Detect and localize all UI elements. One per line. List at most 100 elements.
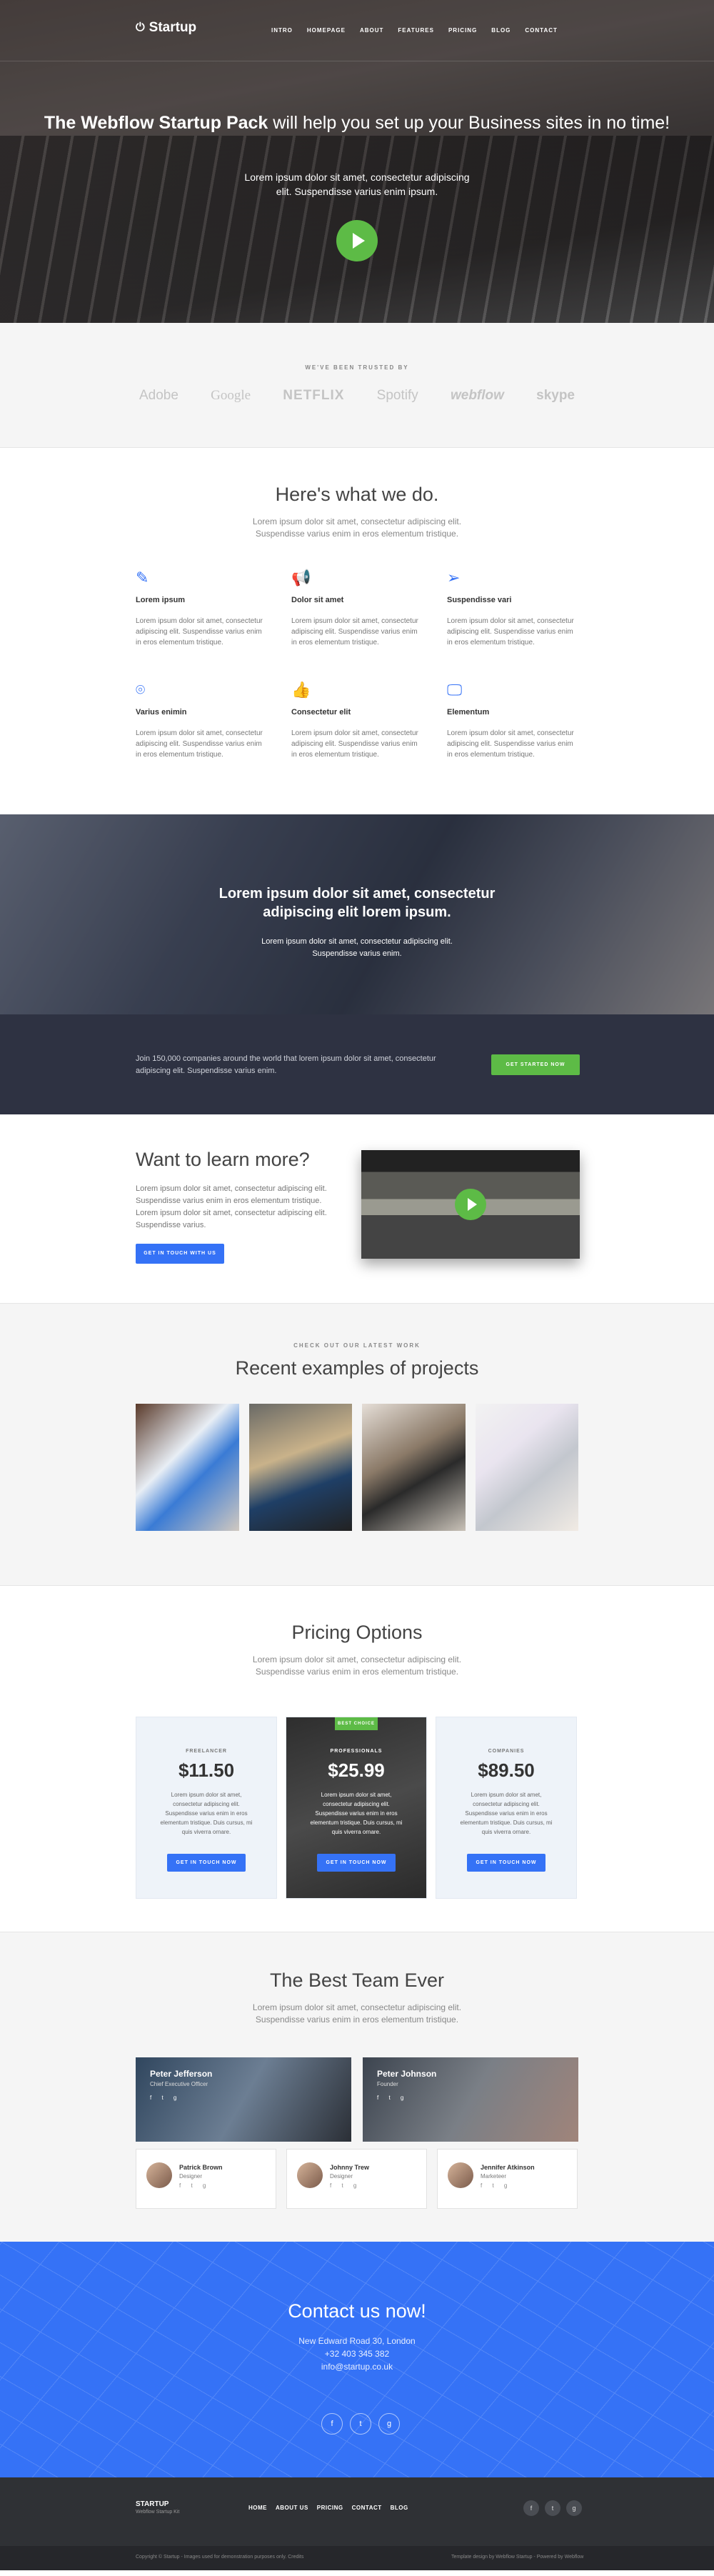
nav-item-pricing[interactable]: PRICING xyxy=(448,27,477,34)
skype-logo: skype xyxy=(536,388,575,403)
hero-subtitle: Lorem ipsum dolor sit amet, consectetur … xyxy=(244,171,470,197)
team-member-card: Jennifer Atkinson Marketeer f t g xyxy=(437,2149,578,2209)
pricing-card-freelancer: FREELANCER $11.50 Lorem ipsum dolor sit … xyxy=(136,1717,277,1899)
brand-logo[interactable]: ⏻ Startup xyxy=(136,20,196,36)
footer-link-home[interactable]: HOME xyxy=(248,2505,267,2511)
pricing-cards: FREELANCER $11.50 Lorem ipsum dolor sit … xyxy=(136,1717,578,1899)
price: $89.50 xyxy=(478,1759,535,1781)
contact-details: New Edward Road 30, London +32 403 345 3… xyxy=(0,2335,714,2373)
parallax-subtitle: Lorem ipsum dolor sit amet, consectetur … xyxy=(261,937,453,958)
play-video-button[interactable] xyxy=(455,1189,486,1220)
hero-section: ⏻ Startup INTRO HOMEPAGE ABOUT FEATURES … xyxy=(0,0,714,323)
team-lead-card: Peter Jefferson Chief Executive Officer … xyxy=(136,2057,351,2142)
thumbs-up-icon: 👍 xyxy=(291,681,311,699)
project-thumbnail[interactable] xyxy=(362,1404,466,1531)
client-logos: Adobe Google NETFLIX Spotify webflow sky… xyxy=(139,388,575,404)
pricing-subtitle: Lorem ipsum dolor sit amet, consectetur … xyxy=(252,1654,462,1677)
twitter-icon[interactable]: t xyxy=(350,2413,371,2435)
twitter-icon[interactable]: t xyxy=(545,2500,560,2516)
team-section: The Best Team Ever Lorem ipsum dolor sit… xyxy=(0,1932,714,2242)
get-in-touch-now-button[interactable]: GET IN TOUCH NOW xyxy=(317,1854,396,1872)
team-member-card: Johnny Trew Designer f t g xyxy=(286,2149,427,2209)
footer-link-contact[interactable]: CONTACT xyxy=(352,2505,382,2511)
social-icons[interactable]: f t g xyxy=(150,2095,181,2101)
social-icons[interactable]: f t g xyxy=(377,2095,408,2101)
price: $25.99 xyxy=(328,1759,385,1781)
social-icons[interactable]: f t g xyxy=(481,2182,511,2189)
project-gallery xyxy=(136,1404,578,1531)
service-item: 🖵 Elementum Lorem ipsum dolor sit amet, co… xyxy=(447,681,578,760)
trusted-label: WE'VE BEEN TRUSTED BY xyxy=(305,364,409,371)
phone: +32 403 345 382 xyxy=(324,2349,390,2359)
project-thumbnail[interactable] xyxy=(136,1404,239,1531)
service-item: 📢 Dolor sit amet Lorem ipsum dolor sit ame… xyxy=(291,569,423,648)
camera-icon: ⌾ xyxy=(136,681,146,699)
learn-title: Want to learn more? xyxy=(136,1149,310,1170)
main-menu: INTRO HOMEPAGE ABOUT FEATURES PRICING BL… xyxy=(271,27,558,34)
get-started-button[interactable]: GET STARTED NOW xyxy=(491,1054,580,1075)
service-item: ⌾ Varius enimin Lorem ipsum dolor sit amet… xyxy=(136,681,267,760)
footer-link-pricing[interactable]: PRICING xyxy=(317,2505,343,2511)
services-title: Here's what we do. xyxy=(275,484,439,505)
nav-item-homepage[interactable]: HOMEPAGE xyxy=(307,27,346,34)
google-logo: Google xyxy=(211,388,251,403)
social-icons[interactable]: f t g xyxy=(179,2182,210,2189)
services-subtitle: Lorem ipsum dolor sit amet, consectetur … xyxy=(252,516,462,539)
footer-link-about[interactable]: ABOUT US xyxy=(276,2505,308,2511)
adobe-logo: Adobe xyxy=(139,388,178,403)
social-icons[interactable]: f t g xyxy=(330,2182,361,2189)
google-plus-icon[interactable]: g xyxy=(566,2500,582,2516)
paper-plane-icon: ➢ xyxy=(447,569,461,586)
get-in-touch-now-button[interactable]: GET IN TOUCH NOW xyxy=(167,1854,246,1872)
pencil-icon: ✎ xyxy=(136,569,149,586)
nav-item-features[interactable]: FEATURES xyxy=(398,27,434,34)
pricing-section: Pricing Options Lorem ipsum dolor sit am… xyxy=(0,1586,714,1932)
services-grid: ✎ Lorem ipsum Lorem ipsum dolor sit amet, … xyxy=(136,569,578,760)
cta-text: Join 150,000 companies around the world … xyxy=(136,1054,436,1075)
service-item: ✎ Lorem ipsum Lorem ipsum dolor sit amet, … xyxy=(136,569,267,648)
spotify-logo: Spotify xyxy=(376,388,418,403)
learn-text: Lorem ipsum dolor sit amet, consectetur … xyxy=(136,1184,327,1229)
projects-title: Recent examples of projects xyxy=(235,1357,479,1379)
footer-bottom-bar: Copyright © Startup - Images used for de… xyxy=(0,2546,714,2570)
video-thumbnail[interactable] xyxy=(361,1150,580,1259)
webflow-logo: webflow xyxy=(450,388,504,403)
service-item: 👍 Consectetur elit Lorem ipsum dolor sit a… xyxy=(291,681,423,760)
get-in-touch-now-button[interactable]: GET IN TOUCH NOW xyxy=(467,1854,545,1872)
parallax-title: Lorem ipsum dolor sit amet, consectetur … xyxy=(218,886,496,920)
nav-item-contact[interactable]: CONTACT xyxy=(525,27,558,34)
get-in-touch-button[interactable]: GET IN TOUCH WITH US xyxy=(136,1244,224,1264)
best-choice-badge: BEST CHOICE xyxy=(335,1717,378,1730)
credit-text: Template design by Webflow Startup - Pow… xyxy=(451,2555,584,2560)
footer-logo[interactable]: STARTUP xyxy=(136,2500,169,2508)
google-plus-icon[interactable]: g xyxy=(378,2413,400,2435)
avatar xyxy=(297,2162,323,2188)
contact-title: Contact us now! xyxy=(288,2300,426,2322)
megaphone-icon: 📢 xyxy=(291,569,311,586)
footer-social-icons: f t g xyxy=(523,2500,582,2516)
nav-item-about[interactable]: ABOUT xyxy=(360,27,383,34)
project-thumbnail[interactable] xyxy=(248,1404,352,1531)
footer: STARTUP Webflow Startup Kit HOME ABOUT U… xyxy=(0,2477,714,2570)
footer-link-blog[interactable]: BLOG xyxy=(391,2505,408,2511)
project-thumbnail[interactable] xyxy=(475,1404,578,1531)
pricing-title: Pricing Options xyxy=(291,1622,423,1643)
footer-nav: HOME ABOUT US PRICING CONTACT BLOG xyxy=(248,2505,408,2511)
projects-section: CHECK OUT OUR LATEST WORK Recent example… xyxy=(0,1303,714,1586)
avatar xyxy=(448,2162,473,2188)
team-members: Patrick Brown Designer f t g Johnny Trew… xyxy=(136,2149,578,2209)
nav-item-blog[interactable]: BLOG xyxy=(491,27,511,34)
learn-more-section: Want to learn more? Lorem ipsum dolor si… xyxy=(0,1114,714,1303)
pricing-card-companies: COMPANIES $89.50 Lorem ipsum dolor sit a… xyxy=(436,1717,577,1899)
team-member-card: Patrick Brown Designer f t g xyxy=(136,2149,276,2209)
nav-item-intro[interactable]: INTRO xyxy=(271,27,293,34)
pricing-card-professionals: BEST CHOICE PROFESSIONALS $25.99 Lorem i… xyxy=(286,1717,427,1899)
play-video-button[interactable] xyxy=(336,220,378,261)
team-leads: Peter Jefferson Chief Executive Officer … xyxy=(136,2057,578,2142)
cta-section: Join 150,000 companies around the world … xyxy=(0,1014,714,1114)
team-title: The Best Team Ever xyxy=(269,1970,445,1991)
contact-section: Contact us now! New Edward Road 30, Lond… xyxy=(0,2242,714,2477)
facebook-icon[interactable]: f xyxy=(523,2500,539,2516)
facebook-icon[interactable]: f xyxy=(321,2413,343,2435)
email-link[interactable]: info@startup.co.uk xyxy=(321,2362,393,2372)
